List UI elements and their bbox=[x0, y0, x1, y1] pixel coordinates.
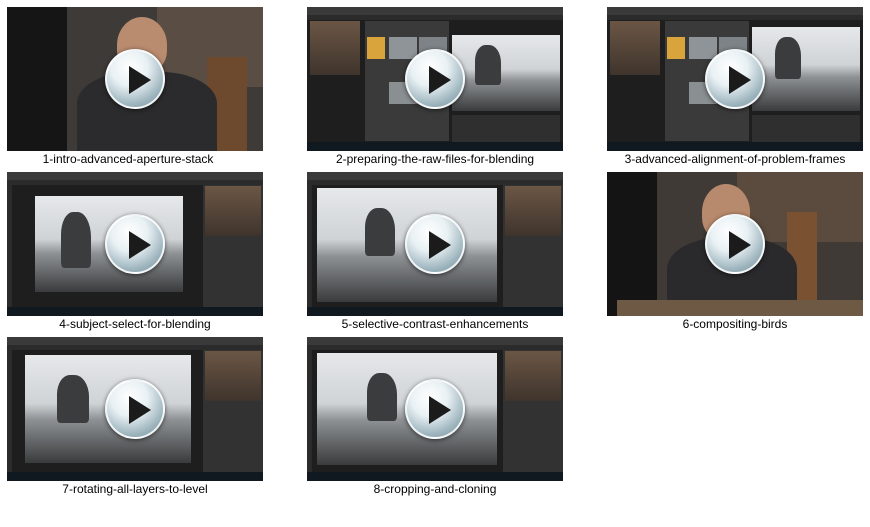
video-thumbnail[interactable] bbox=[7, 172, 263, 316]
video-title: 6-compositing-birds bbox=[682, 317, 788, 331]
play-icon[interactable] bbox=[705, 49, 765, 109]
video-item[interactable]: 4-subject-select-for-blending bbox=[0, 172, 285, 337]
video-item[interactable]: 6-compositing-birds bbox=[585, 172, 870, 337]
video-item[interactable]: 8-cropping-and-cloning bbox=[285, 337, 585, 502]
play-icon[interactable] bbox=[105, 214, 165, 274]
video-title: 1-intro-advanced-aperture-stack bbox=[42, 152, 214, 166]
video-title: 5-selective-contrast-enhancements bbox=[341, 317, 529, 331]
video-item[interactable]: 3-advanced-alignment-of-problem-frames bbox=[585, 7, 870, 172]
video-title: 8-cropping-and-cloning bbox=[373, 482, 497, 496]
play-icon[interactable] bbox=[105, 379, 165, 439]
video-thumbnail-grid: 1-intro-advanced-aperture-stack 2-prepar… bbox=[0, 0, 870, 527]
play-icon[interactable] bbox=[405, 214, 465, 274]
video-thumbnail[interactable] bbox=[307, 172, 563, 316]
video-item[interactable]: 7-rotating-all-layers-to-level bbox=[0, 337, 285, 502]
video-title: 2-preparing-the-raw-files-for-blending bbox=[335, 152, 535, 166]
video-title: 7-rotating-all-layers-to-level bbox=[62, 482, 208, 496]
play-icon[interactable] bbox=[405, 379, 465, 439]
video-thumbnail[interactable] bbox=[307, 337, 563, 481]
video-thumbnail[interactable] bbox=[607, 172, 863, 316]
video-title: 3-advanced-alignment-of-problem-frames bbox=[624, 152, 846, 166]
video-thumbnail[interactable] bbox=[307, 7, 563, 151]
play-icon[interactable] bbox=[105, 49, 165, 109]
video-thumbnail[interactable] bbox=[7, 7, 263, 151]
video-item[interactable]: 2-preparing-the-raw-files-for-blending bbox=[285, 7, 585, 172]
play-icon[interactable] bbox=[405, 49, 465, 109]
play-icon[interactable] bbox=[705, 214, 765, 274]
video-item[interactable]: 1-intro-advanced-aperture-stack bbox=[0, 7, 278, 172]
video-title: 4-subject-select-for-blending bbox=[59, 317, 211, 331]
video-thumbnail[interactable] bbox=[607, 7, 863, 151]
video-thumbnail[interactable] bbox=[7, 337, 263, 481]
video-item[interactable]: 5-selective-contrast-enhancements bbox=[285, 172, 585, 337]
